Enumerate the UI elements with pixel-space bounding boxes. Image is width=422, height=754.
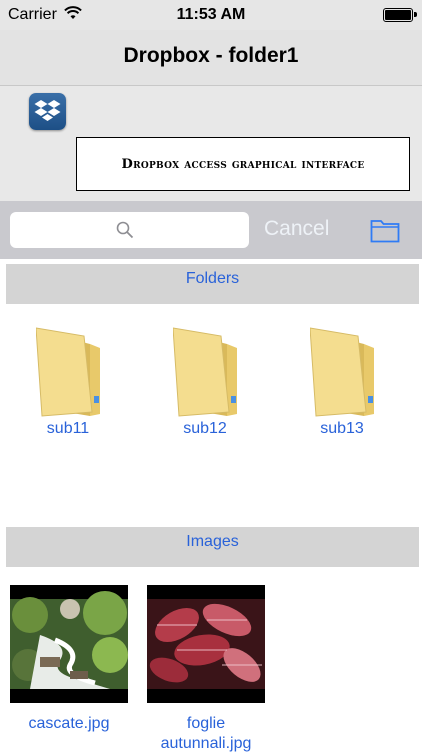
status-bar: Carrier 11:53 AM [0,0,422,30]
leaves-thumbnail [147,585,265,703]
image-item[interactable]: foglie autunnali.jpg [147,585,265,754]
folder-icon [173,327,237,417]
folder-label: sub12 [183,420,227,437]
folder-item[interactable]: sub12 [167,326,243,446]
section-header-folders: Folders [6,264,419,304]
search-icon [116,221,134,239]
folder-label: sub11 [46,420,90,437]
search-input[interactable] [10,212,249,248]
page-title: Dropbox - folder1 [123,44,299,67]
app-header: Dropbox access graphical interface [0,86,422,201]
dropbox-logo-icon [29,93,66,130]
folder-icon [310,327,374,417]
section-title: Images [186,533,239,550]
folder-item[interactable]: sub13 [304,326,380,446]
image-item[interactable]: cascate.jpg [10,585,128,734]
section-header-images: Images [6,527,419,567]
banner: Dropbox access graphical interface [76,137,410,191]
cancel-button[interactable]: Cancel [264,217,329,241]
waterfall-thumbnail [10,585,128,703]
image-label: foglie autunnali.jpg [160,715,252,752]
battery-icon [383,8,417,22]
folder-label: sub13 [320,420,364,437]
clock: 11:53 AM [176,6,246,23]
content-area: Folders sub11 sub12 sub13 Images cascate… [0,259,422,752]
folder-item[interactable]: sub11 [30,326,106,446]
search-bar: Cancel [0,201,422,259]
image-label: cascate.jpg [28,715,110,732]
folder-icon[interactable] [370,217,400,243]
section-title: Folders [185,270,240,287]
navigation-bar: Dropbox - folder1 [0,30,422,86]
folder-icon [36,327,100,417]
